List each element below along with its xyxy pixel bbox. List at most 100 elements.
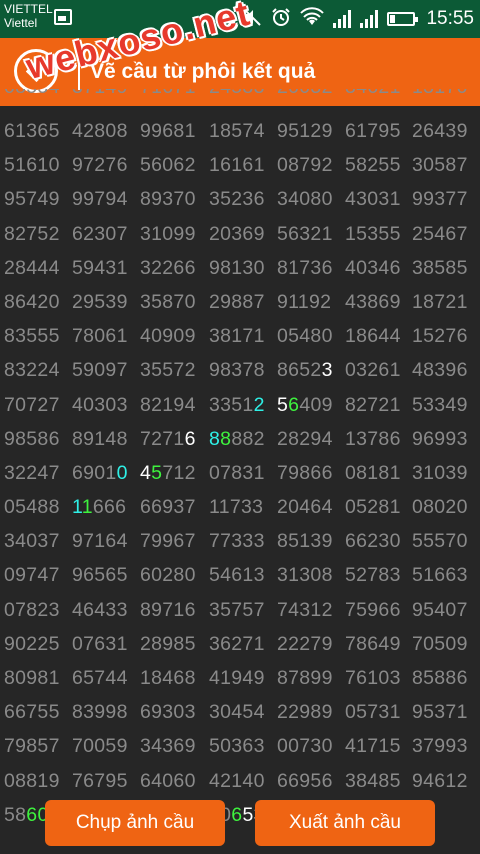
digit-segment: 05281 bbox=[345, 496, 401, 519]
digit-segment: 51610 bbox=[4, 154, 60, 177]
capture-button[interactable]: Chụp ảnh cầu bbox=[45, 800, 225, 846]
number-cell: 61365 bbox=[4, 120, 70, 143]
digit-segment: 42140 bbox=[209, 769, 265, 792]
digit-segment: 53349 bbox=[412, 393, 468, 416]
number-cell: 08792 bbox=[277, 154, 343, 177]
digit-segment: 99377 bbox=[412, 188, 468, 211]
digit-segment: 66230 bbox=[345, 530, 401, 553]
export-button[interactable]: Xuất ảnh cầu bbox=[255, 800, 435, 846]
number-cell: 89716 bbox=[140, 599, 206, 622]
number-cell: 28294 bbox=[277, 428, 343, 451]
digit-segment: 97276 bbox=[72, 154, 128, 177]
digit-segment: 87899 bbox=[277, 667, 333, 689]
number-cell: 70727 bbox=[4, 394, 70, 417]
number-cell: 07823 bbox=[4, 599, 70, 622]
digit-segment: 42808 bbox=[72, 120, 128, 142]
digit-segment: 8652 bbox=[277, 359, 322, 382]
digit-segment: 89148 bbox=[72, 427, 128, 450]
digit-segment: 61365 bbox=[4, 120, 60, 142]
status-icons: 15:55 bbox=[242, 0, 474, 38]
number-cell: 30587 bbox=[412, 154, 478, 177]
digit-segment: 03261 bbox=[345, 359, 401, 382]
carrier-label: VIETTEL Viettel bbox=[4, 2, 53, 30]
digit-segment: 18644 bbox=[345, 325, 401, 348]
number-cell: 48396 bbox=[412, 359, 478, 382]
number-cell: 70059 bbox=[72, 735, 138, 758]
highlighted-digit: 6 bbox=[184, 427, 196, 450]
number-cell: 36271 bbox=[209, 633, 275, 656]
digit-segment: 35572 bbox=[140, 359, 196, 382]
digit-segment: 3351 bbox=[209, 393, 254, 416]
highlighted-digit: 1 bbox=[72, 496, 82, 519]
number-cell: 88882 bbox=[209, 428, 275, 451]
digit-segment: 18721 bbox=[412, 290, 468, 313]
number-cell: 53349 bbox=[412, 394, 478, 417]
digit-segment: 28294 bbox=[277, 427, 333, 450]
digit-segment: 50363 bbox=[209, 735, 265, 758]
number-cell: 86420 bbox=[4, 291, 70, 314]
number-cell: 22989 bbox=[277, 701, 343, 724]
digit-segment: 40303 bbox=[72, 393, 128, 416]
digit-segment: 62307 bbox=[72, 222, 128, 245]
digit-segment: 79967 bbox=[140, 530, 196, 553]
digit-segment: 11733 bbox=[209, 496, 264, 519]
number-cell: 11666 bbox=[72, 496, 138, 519]
digit-segment: 31308 bbox=[277, 564, 333, 587]
number-cell: 81736 bbox=[277, 257, 343, 280]
number-row: 51610 97276 56062 16161 08792 58255 30587 bbox=[0, 154, 480, 188]
number-cell: 54613 bbox=[209, 564, 275, 587]
highlighted-digit: 5 bbox=[277, 393, 289, 416]
digit-segment: 712 bbox=[162, 461, 196, 484]
digit-segment: 51663 bbox=[412, 564, 468, 587]
number-cell: 29539 bbox=[72, 291, 138, 314]
highlighted-digit: 8 bbox=[220, 427, 232, 450]
number-cell: 28444 bbox=[4, 257, 70, 280]
number-cell: 82721 bbox=[345, 394, 411, 417]
number-cell: 70509 bbox=[412, 633, 478, 656]
digit-segment: 07631 bbox=[72, 632, 128, 655]
digit-segment: 32247 bbox=[4, 461, 60, 484]
highlighted-digit: 5 bbox=[151, 461, 163, 484]
number-row: 98586 89148 72716 88882 28294 13786 96993 bbox=[0, 428, 480, 462]
number-row: 80981 65744 18468 41949 87899 76103 85886 bbox=[0, 667, 480, 701]
digit-segment: 20464 bbox=[277, 496, 333, 519]
number-cell: 83998 bbox=[72, 701, 138, 724]
number-row: 66755 83998 69303 30454 22989 05731 95371 bbox=[0, 701, 480, 735]
digit-segment: 66755 bbox=[4, 701, 60, 724]
digit-segment: 78649 bbox=[345, 632, 401, 655]
digit-segment: 91192 bbox=[277, 290, 332, 313]
number-cell: 79857 bbox=[4, 735, 70, 758]
number-cell: 09747 bbox=[4, 564, 70, 587]
digit-segment: 34037 bbox=[4, 530, 60, 553]
number-cell: 83224 bbox=[4, 359, 70, 382]
digit-segment: 40909 bbox=[140, 325, 196, 348]
digit-segment: 6901 bbox=[72, 461, 117, 484]
carrier-top: VIETTEL bbox=[4, 2, 53, 16]
digit-segment: 08792 bbox=[277, 154, 333, 177]
number-cell: 05281 bbox=[345, 496, 411, 519]
digit-segment: 05731 bbox=[345, 701, 401, 724]
digit-segment: 00730 bbox=[277, 735, 333, 758]
digit-segment: 95129 bbox=[277, 120, 333, 142]
digit-segment: 56321 bbox=[277, 222, 333, 245]
number-cell: 34037 bbox=[4, 530, 70, 553]
number-cell: 07831 bbox=[209, 462, 275, 485]
number-cell: 98130 bbox=[209, 257, 275, 280]
digit-segment: 82194 bbox=[140, 393, 196, 416]
number-cell: 18574 bbox=[209, 120, 275, 143]
number-cell: 31099 bbox=[140, 223, 206, 246]
digit-segment: 80981 bbox=[4, 667, 60, 689]
number-cell: 56321 bbox=[277, 223, 343, 246]
number-cell: 59431 bbox=[72, 257, 138, 280]
digit-segment: 15355 bbox=[345, 222, 401, 245]
digit-segment: 38585 bbox=[412, 256, 468, 279]
number-cell: 37149 bbox=[72, 89, 138, 99]
number-cell: 59097 bbox=[72, 359, 138, 382]
number-cell: 18468 bbox=[140, 667, 206, 690]
digit-segment: 90225 bbox=[4, 632, 60, 655]
number-cell: 52783 bbox=[345, 564, 411, 587]
number-cell: 07631 bbox=[72, 633, 138, 656]
digit-segment: 05480 bbox=[277, 325, 333, 348]
digit-segment: 61795 bbox=[345, 120, 401, 142]
number-cell: 78649 bbox=[345, 633, 411, 656]
